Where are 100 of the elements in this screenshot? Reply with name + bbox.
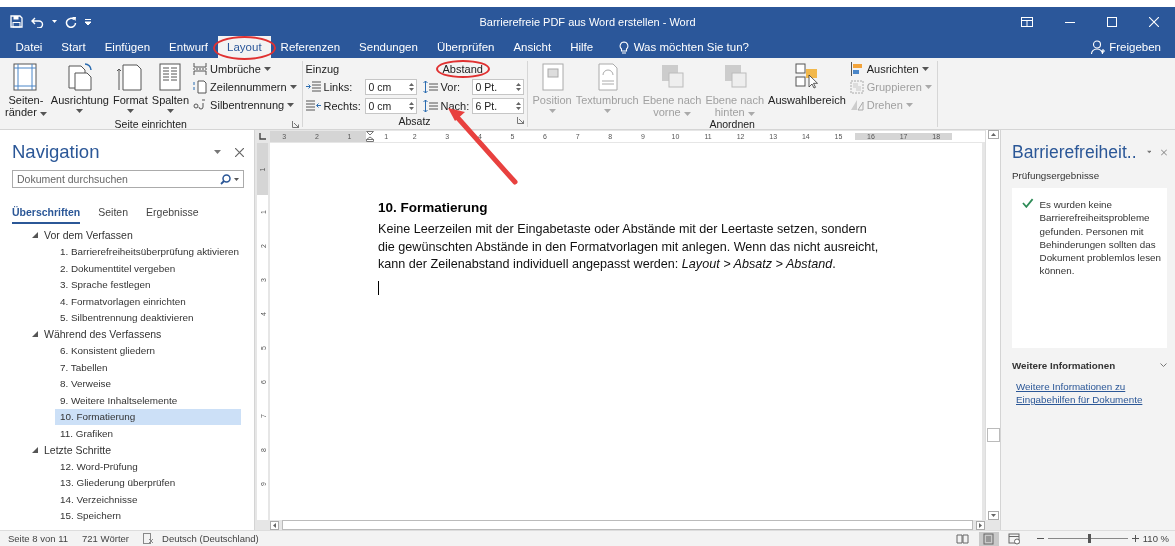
zoom-out-icon[interactable] [1036, 535, 1044, 542]
customize-toolbar-icon[interactable] [85, 18, 91, 25]
share-button[interactable]: Freigeben [1085, 39, 1167, 55]
outline-item[interactable]: 14. Verzeichnisse [55, 491, 241, 508]
zoom-percentage[interactable]: 110 % [1142, 533, 1169, 544]
scroll-thumb[interactable] [986, 428, 1000, 442]
pane-tab[interactable]: Ergebnisse [146, 202, 217, 222]
ribbon-button[interactable]: Silbentrennung [191, 97, 299, 112]
outline-heading[interactable]: Letzte Schritte [44, 443, 112, 456]
scroll-down-icon[interactable] [987, 511, 999, 520]
ribbon-tab[interactable]: Referenzen [271, 36, 350, 58]
ribbon-button[interactable]: Auswahlbereich [766, 61, 848, 106]
spin-field[interactable]: 0 Pt. [471, 79, 524, 95]
outline-item[interactable]: 13. Gliederung überprüfen [55, 474, 241, 491]
scroll-right-icon[interactable] [976, 520, 985, 530]
dialog-launcher-icon[interactable] [291, 121, 299, 128]
outline-item[interactable]: 11. Grafiken [55, 425, 241, 442]
outline-heading[interactable]: Vor dem Verfassen [44, 229, 133, 242]
outline-item[interactable]: 3. Sprache festlegen [55, 276, 241, 293]
view-button[interactable] [978, 531, 999, 546]
indent-marker-icon[interactable] [365, 131, 374, 142]
expanded-triangle-icon[interactable] [32, 232, 38, 239]
dialog-launcher-icon[interactable] [516, 117, 524, 124]
spin-arrows-icon[interactable] [515, 82, 521, 92]
search-field[interactable]: Dokument durchsuchen [12, 170, 244, 188]
outline-heading[interactable]: Während des Verfassens [44, 328, 162, 341]
ribbon-tab[interactable]: Ansicht [503, 36, 561, 58]
spin-field[interactable]: 0 cm [364, 98, 417, 114]
dropdown-caret-icon[interactable] [39, 112, 47, 116]
save-icon[interactable] [10, 15, 23, 28]
page-break-icon [193, 61, 208, 76]
ribbon-button[interactable]: Spalten [149, 61, 192, 116]
tell-me-search[interactable]: Was möchten Sie tun? [612, 39, 755, 55]
redo-icon[interactable] [65, 15, 77, 28]
outline-item[interactable]: 9. Weitere Inhaltselemente [55, 392, 241, 409]
lightbulb-icon [618, 40, 629, 54]
pane-tab[interactable]: Überschriften [12, 202, 99, 222]
outline-item[interactable]: 4. Formatvorlagen einrichten [55, 293, 241, 310]
outline-item[interactable]: 2. Dokumenttitel vergeben [55, 260, 241, 277]
dropdown-caret-icon[interactable] [1146, 150, 1152, 154]
ribbon-button[interactable]: Ausrichten [847, 61, 934, 76]
slider-thumb[interactable] [1088, 534, 1092, 543]
ribbon-tab[interactable]: Datei [6, 36, 52, 58]
spin-arrows-icon[interactable] [408, 101, 414, 111]
outline-item[interactable]: 1. Barrierefreiheitsüberprüfung aktivieren [55, 243, 241, 260]
ribbon-tab[interactable]: Hilfe [560, 36, 603, 58]
ribbon-tab[interactable]: Entwurf [159, 36, 218, 58]
expanded-triangle-icon[interactable] [32, 446, 38, 453]
maximize-icon[interactable] [1107, 16, 1117, 27]
indent-right-icon [305, 100, 321, 112]
dropdown-caret-icon[interactable] [126, 109, 134, 113]
spin-field[interactable]: 6 Pt. [471, 98, 524, 114]
dropdown-caret-icon[interactable] [214, 150, 221, 154]
dropdown-caret-icon[interactable] [287, 102, 295, 107]
expanded-triangle-icon[interactable] [32, 331, 38, 338]
undo-icon[interactable] [31, 15, 44, 28]
help-link[interactable]: Weitere Informationen zu Eingabehilfen für Dokumente [1016, 380, 1167, 406]
ribbon-tab[interactable]: Start [51, 36, 96, 58]
dropdown-caret-icon[interactable] [76, 109, 84, 113]
outline-item[interactable]: 12. Word-Prüfung [55, 458, 241, 475]
ribbon-button[interactable]: Format [110, 61, 150, 116]
ribbon-tab[interactable]: Sendungen [349, 36, 428, 58]
tab-stop-icon[interactable] [259, 133, 266, 140]
ribbon-button[interactable]: Ausrichtung [48, 61, 111, 116]
chevron-down-icon[interactable] [1160, 362, 1167, 368]
space-before-icon [422, 81, 438, 93]
outline-item[interactable]: 6. Konsistent gliedern [55, 342, 241, 359]
ribbon-tab[interactable]: Layout [217, 36, 272, 58]
proofing-icon[interactable] [143, 533, 155, 544]
dropdown-caret-icon[interactable] [234, 177, 239, 181]
zoom-in-icon[interactable] [1131, 535, 1139, 542]
dropdown-caret-icon[interactable] [166, 109, 174, 113]
ribbon-display-icon[interactable] [1021, 16, 1033, 27]
spin-arrows-icon[interactable] [408, 82, 414, 92]
ribbon-tab[interactable]: Überprüfen [427, 36, 504, 58]
dropdown-caret-icon[interactable] [921, 66, 929, 71]
scroll-left-icon[interactable] [270, 520, 279, 530]
search-icon[interactable] [220, 173, 231, 185]
language-indicator[interactable]: Deutsch (Deutschland) [162, 533, 259, 544]
spin-field[interactable]: 0 cm [364, 79, 417, 95]
scroll-up-icon[interactable] [987, 130, 999, 139]
outline-item[interactable]: 10. Formatierung [55, 408, 241, 425]
dropdown-caret-icon[interactable] [263, 66, 271, 71]
scroll-thumb[interactable] [282, 520, 973, 530]
outline-item[interactable]: 8. Verweise [55, 375, 241, 392]
ribbon-button[interactable]: Umbrüche [191, 61, 299, 76]
window-title: Barrierefreie PDF aus Word erstellen - Word [479, 15, 696, 28]
dropdown-caret-icon[interactable] [289, 84, 297, 89]
outline-item[interactable]: 15. Speichern [55, 507, 241, 524]
outline-item[interactable]: 5. Silbentrennung deaktivieren [55, 309, 241, 326]
field-label: Links: [323, 81, 354, 93]
dropdown-caret-icon[interactable] [52, 20, 57, 23]
ribbon-button[interactable]: Zeilennummern [191, 79, 299, 94]
text-cursor [378, 280, 379, 295]
spin-arrows-icon[interactable] [515, 101, 521, 111]
close-icon[interactable] [235, 147, 244, 157]
outline-item[interactable]: 7. Tabellen [55, 359, 241, 376]
pane-tab[interactable]: Seiten [98, 202, 147, 222]
ribbon-button[interactable]: Seiten- ränder [3, 61, 49, 118]
ribbon-tab[interactable]: Einfügen [95, 36, 160, 58]
